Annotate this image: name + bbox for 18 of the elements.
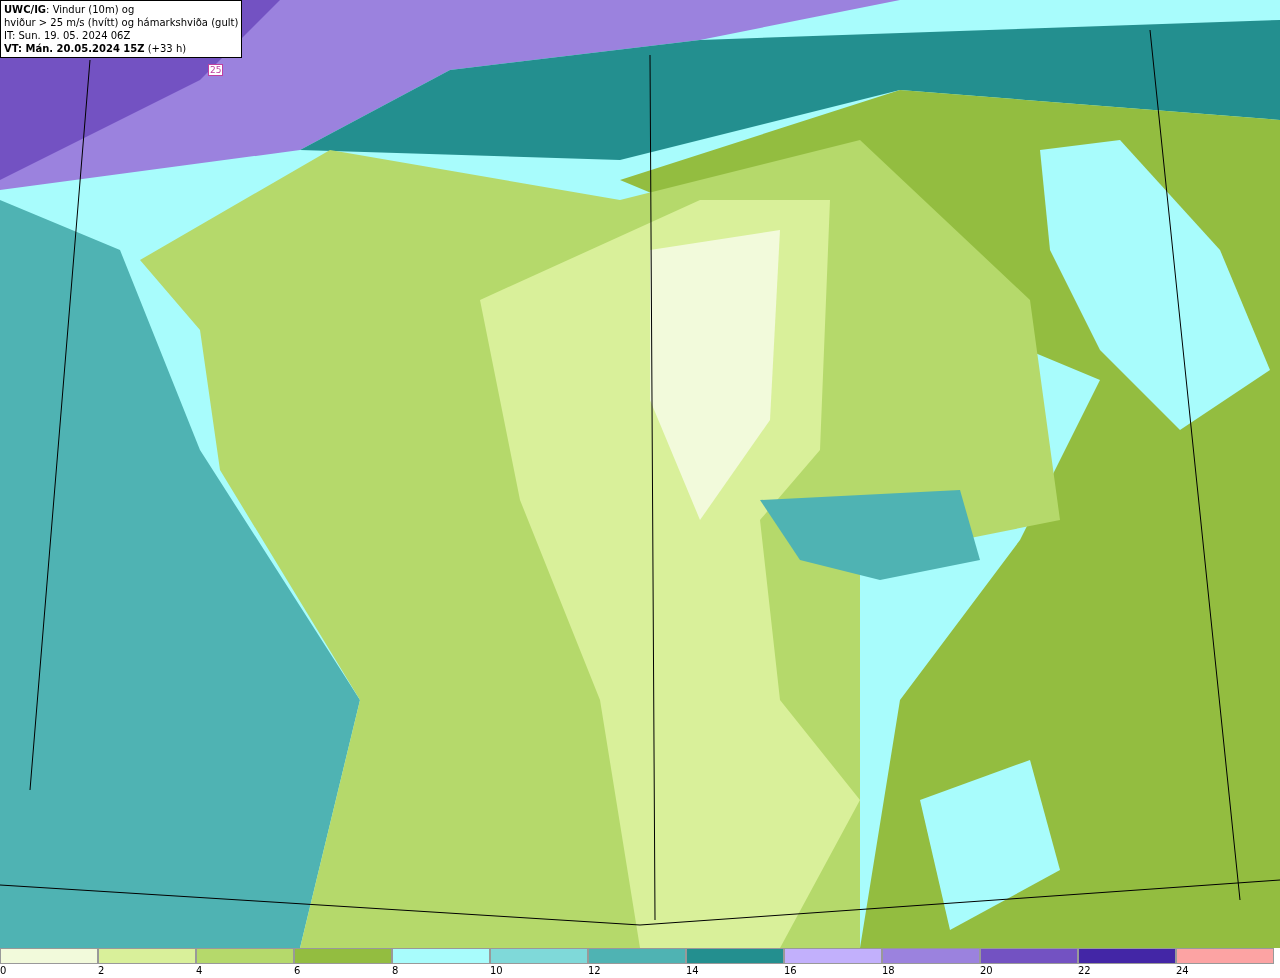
info-line: UWC/IG: Vindur (10m) og: [4, 3, 136, 16]
info-line: VT: Mán. 20.05.2024 15Z (+33 h): [4, 42, 188, 55]
info-line: hviður > 25 m/s (hvítt) og hámarkshviða (gult): [4, 16, 239, 29]
legend-label: 2: [98, 965, 105, 976]
contour-label: 25: [208, 64, 224, 76]
legend-label: 12: [588, 965, 601, 976]
legend-label: 14: [686, 965, 699, 976]
legend-label: 16: [784, 965, 797, 976]
legend-label: 10: [490, 965, 503, 976]
legend-label: 0: [0, 965, 7, 976]
legend-label: 22: [1078, 965, 1091, 976]
legend-label: 20: [980, 965, 993, 976]
info-line: IT: Sun. 19. 05. 2024 06Z: [4, 29, 132, 42]
legend-label: 8: [392, 965, 399, 976]
legend-label: 6: [294, 965, 301, 976]
legend-label: 4: [196, 965, 203, 976]
legend-label: 24: [1176, 965, 1189, 976]
legend-label: 18: [882, 965, 895, 976]
